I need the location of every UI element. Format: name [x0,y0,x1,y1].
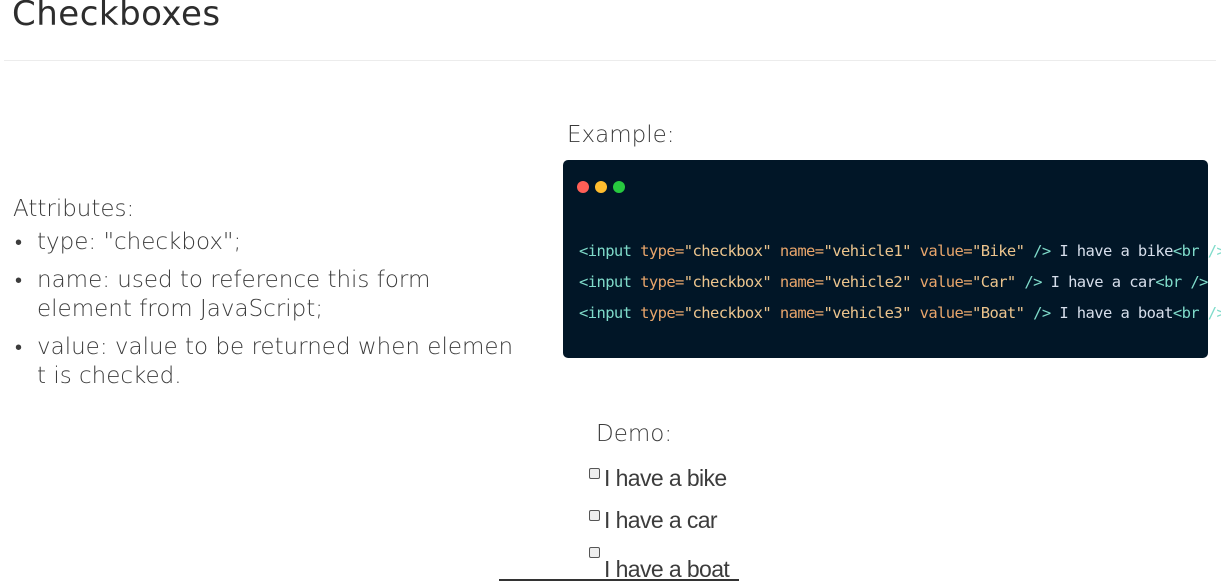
checkbox-input[interactable] [589,547,600,558]
code-token: /> [1024,273,1042,291]
code-line: <input type="checkbox" name="vehicle3" v… [579,298,1221,329]
checkbox-input[interactable] [589,468,600,479]
checkbox-label: I have a car [604,507,718,533]
attribute-text: value: value to be returned when elemen … [37,334,514,389]
attribute-name: • name: used to reference this form elem… [13,266,523,324]
code-line: <input type="checkbox" name="vehicle2" v… [579,267,1221,298]
attributes-heading: Attributes: [13,196,135,222]
demo-checkbox-boat[interactable]: I have a boat [589,547,730,583]
code-token: type= [640,242,684,260]
minimize-dot-icon [595,181,607,193]
code-token: I have a boat [1050,304,1173,322]
code-token: <input [579,273,641,291]
code-token: value= [919,273,973,291]
code-token: /> [1033,304,1051,322]
bullet-icon: • [15,335,23,359]
code-token: "checkbox" [683,304,780,322]
code-window: <input type="checkbox" name="vehicle1" v… [563,160,1221,358]
code-line: <input type="checkbox" name="vehicle1" v… [579,236,1221,267]
code-token: <input [579,304,641,322]
code-token: /> [1033,242,1051,260]
window-controls [577,181,625,193]
demo-label: Demo: [596,421,673,447]
code-token: I have a bike [1050,242,1173,260]
code-token: I have a car [1041,273,1156,291]
bottom-divider [499,579,739,581]
code-token: "Car" [972,273,1025,291]
code-token: type= [640,304,684,322]
maximize-dot-icon [613,181,625,193]
code-token: "checkbox" [683,273,780,291]
attributes-section: Attributes: • type: "checkbox"; • name: … [13,196,523,400]
code-token: name= [779,273,824,291]
code-token: <input [579,242,641,260]
slide-title: Checkboxes [12,0,221,34]
code-token: "vehicle3" [823,304,920,322]
code-token: name= [779,242,824,260]
attributes-list: • type: "checkbox"; • name: used to refe… [13,228,523,391]
code-token: type= [640,273,684,291]
attribute-text: name: used to reference this form elemen… [37,267,431,322]
demo-checkbox-bike[interactable]: I have a bike [589,465,727,492]
bullet-icon: • [15,268,23,292]
code-token: value= [919,242,973,260]
code-token: <br /> [1155,273,1208,291]
demo-checkbox-car[interactable]: I have a car [589,507,718,534]
code-token: "vehicle1" [823,242,920,260]
close-dot-icon [577,181,589,193]
code-token: value= [919,304,973,322]
attribute-text: type: "checkbox"; [37,229,242,255]
code-token: "Boat" [972,304,1034,322]
code-token: <br /> [1172,242,1221,260]
example-label: Example: [567,122,675,148]
code-token: <br /> [1172,304,1221,322]
code-token: "checkbox" [683,242,780,260]
bullet-icon: • [15,230,23,254]
checkbox-input[interactable] [589,510,600,521]
checkbox-label: I have a bike [604,465,727,491]
title-divider [4,60,1216,61]
code-token: "Bike" [972,242,1034,260]
attribute-value: • value: value to be returned when eleme… [13,333,523,391]
code-token: "vehicle2" [823,273,920,291]
code-block: <input type="checkbox" name="vehicle1" v… [579,236,1221,329]
code-token: name= [779,304,824,322]
attribute-type: • type: "checkbox"; [13,228,523,257]
